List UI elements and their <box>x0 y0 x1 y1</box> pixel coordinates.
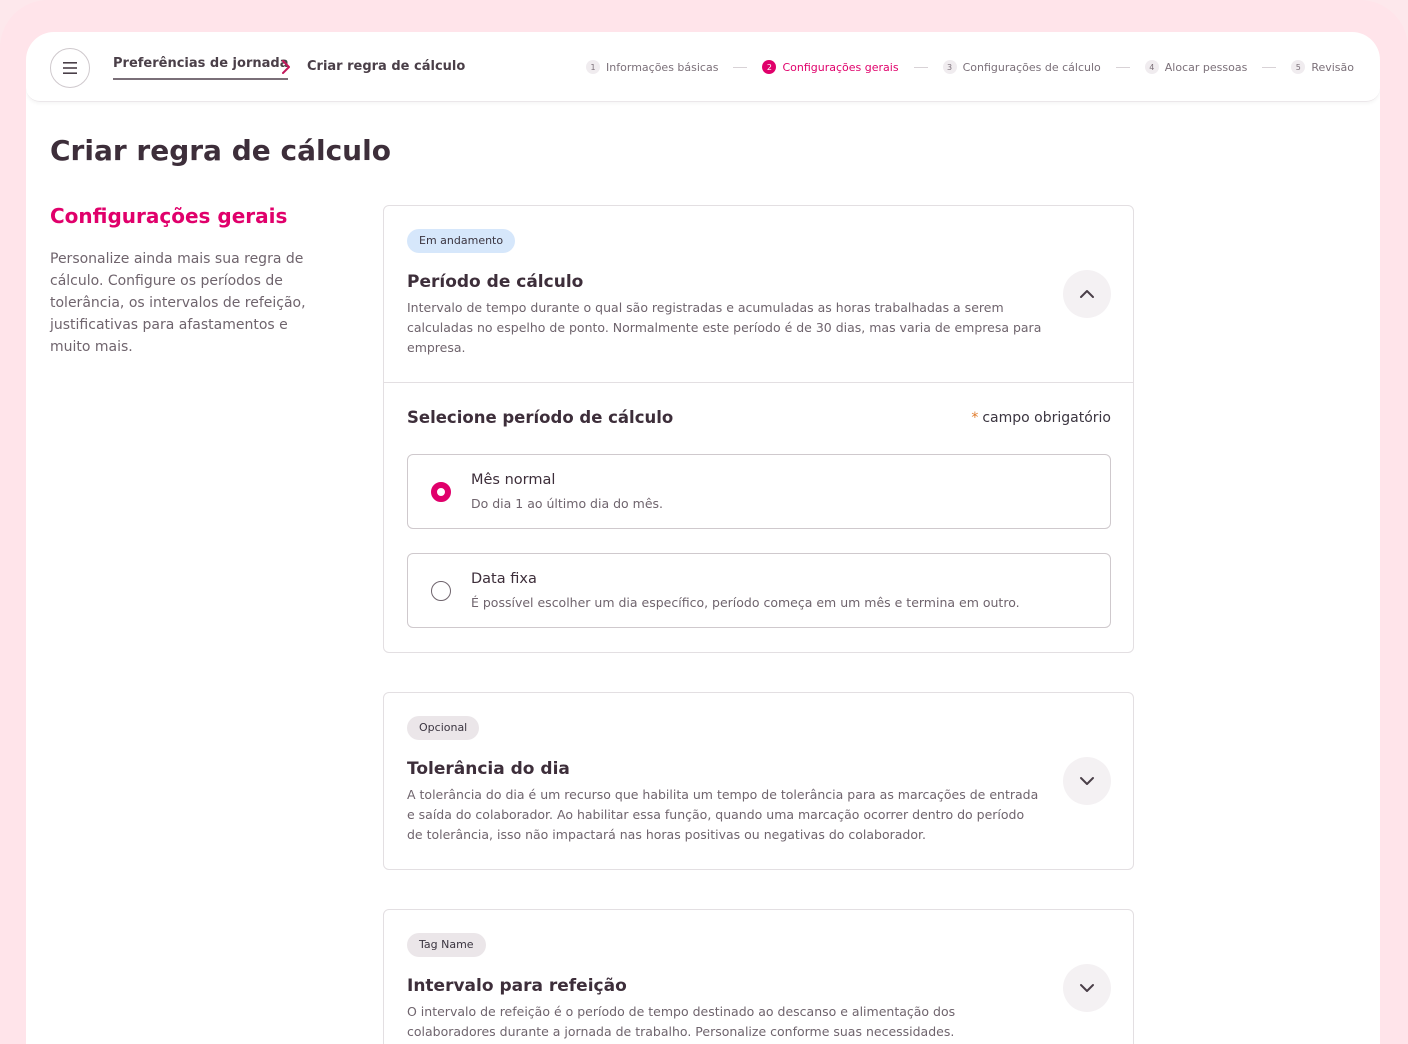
step-label: Alocar pessoas <box>1164 60 1248 74</box>
stepper: 1 Informações básicas 2 Configurações ge… <box>586 59 1354 75</box>
step-alocar-pessoas[interactable]: 4 Alocar pessoas <box>1144 60 1248 74</box>
expand-button[interactable] <box>1063 757 1111 805</box>
card-periodo-de-calculo: Em andamento Período de cálculo Interval… <box>383 205 1134 653</box>
option-title: Mês normal <box>471 472 556 488</box>
divider <box>384 382 1133 383</box>
step-revisao[interactable]: 5 Revisão <box>1291 60 1354 74</box>
step-number: 4 <box>1144 60 1159 74</box>
step-configuracoes-de-calculo[interactable]: 3 Configurações de cálculo <box>942 60 1101 74</box>
step-number: 3 <box>942 60 957 74</box>
card-title: Tolerância do dia <box>407 759 570 779</box>
card-description: A tolerância do dia é um recurso que hab… <box>407 787 1039 842</box>
step-number: 5 <box>1291 60 1306 74</box>
option-data-fixa[interactable]: Data fixa É possível escolher um dia esp… <box>407 553 1111 628</box>
option-description: Do dia 1 ao último dia do mês. <box>471 496 664 511</box>
radio-button[interactable] <box>431 581 451 601</box>
chevron-right-icon <box>282 60 290 74</box>
required-field-note: * campo obrigatório <box>971 410 1111 426</box>
card-intervalo-para-refeicao: Tag Name Intervalo para refeição O inter… <box>383 909 1134 1044</box>
step-number: 2 <box>762 60 777 74</box>
chevron-down-icon <box>1080 777 1094 785</box>
card-tolerancia-do-dia: Opcional Tolerância do dia A tolerância … <box>383 692 1134 870</box>
option-description: É possível escolher um dia específico, p… <box>471 595 1020 610</box>
section-description: Personalize ainda mais sua regra de cálc… <box>50 251 306 355</box>
app-background: Preferências de jornada Criar regra de c… <box>0 0 1408 1044</box>
hamburger-icon <box>63 62 77 74</box>
card-description: O intervalo de refeição é o período de t… <box>407 1004 956 1039</box>
step-label: Informações básicas <box>606 60 719 74</box>
step-connector <box>733 66 748 68</box>
option-title: Data fixa <box>471 571 537 587</box>
card-title: Intervalo para refeição <box>407 976 627 996</box>
top-bar: Preferências de jornada Criar regra de c… <box>26 32 1380 102</box>
chevron-up-icon <box>1080 290 1094 298</box>
step-informacoes-basicas[interactable]: 1 Informações básicas <box>586 60 718 74</box>
step-label: Revisão <box>1311 60 1354 74</box>
card-description: Intervalo de tempo durante o qual são re… <box>407 300 1042 355</box>
chevron-down-icon <box>1080 984 1094 992</box>
app-window: Preferências de jornada Criar regra de c… <box>26 32 1380 1044</box>
step-connector <box>1262 66 1277 68</box>
status-badge: Em andamento <box>407 229 516 253</box>
card-title: Período de cálculo <box>407 272 584 292</box>
step-number: 1 <box>586 60 601 74</box>
step-configuracoes-gerais[interactable]: 2 Configurações gerais <box>762 60 899 74</box>
step-label: Configurações gerais <box>782 60 899 74</box>
step-label: Configurações de cálculo <box>962 60 1101 74</box>
optional-badge: Opcional <box>407 716 480 740</box>
breadcrumb-link-preferencias[interactable]: Preferências de jornada <box>113 56 289 80</box>
section-title: Configurações gerais <box>50 204 288 228</box>
required-asterisk: * <box>971 410 979 426</box>
expand-button[interactable] <box>1063 964 1111 1012</box>
tag-badge: Tag Name <box>407 933 486 957</box>
step-connector <box>1115 66 1130 68</box>
radio-button-checked[interactable] <box>431 482 451 502</box>
select-period-label: Selecione período de cálculo <box>407 408 674 427</box>
breadcrumb-current: Criar regra de cálculo <box>307 59 466 74</box>
required-label: campo obrigatório <box>982 410 1111 426</box>
option-mes-normal[interactable]: Mês normal Do dia 1 ao último dia do mês… <box>407 454 1111 529</box>
step-connector <box>913 66 928 68</box>
page-title: Criar regra de cálculo <box>50 134 391 167</box>
collapse-button[interactable] <box>1063 270 1111 318</box>
menu-button[interactable] <box>50 48 90 88</box>
